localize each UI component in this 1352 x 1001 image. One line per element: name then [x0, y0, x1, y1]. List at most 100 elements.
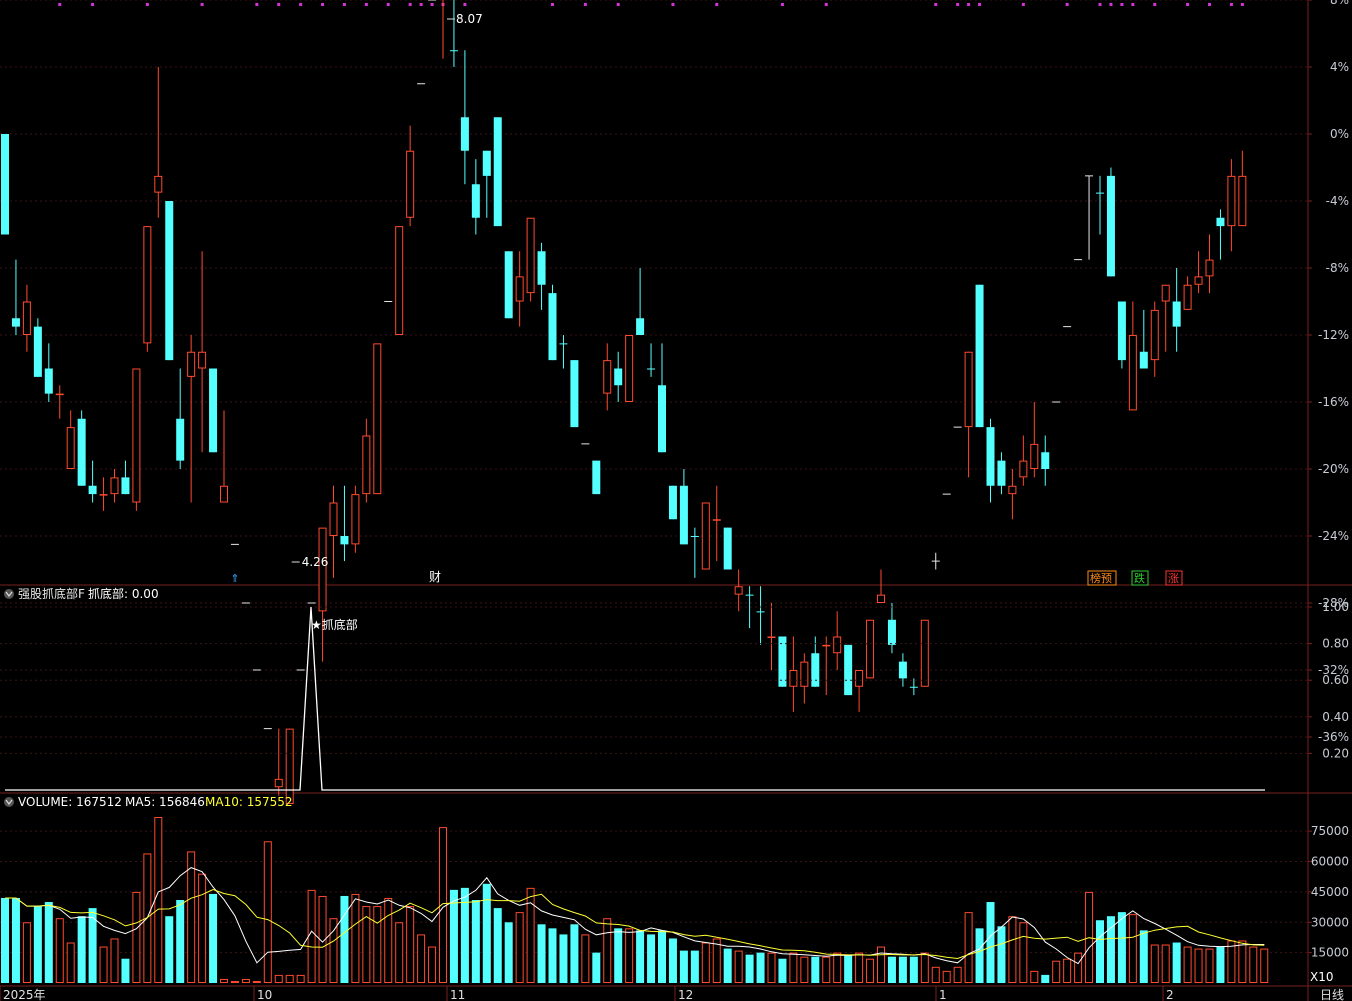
- volume-bar: [942, 970, 951, 983]
- candle-body: [537, 251, 546, 285]
- high-price-label: 8.07: [456, 12, 483, 26]
- indicator-line: [5, 606, 1265, 791]
- price-tick-label: -12%: [1318, 328, 1349, 342]
- candle-body: [548, 293, 557, 361]
- signal-dot: [1240, 3, 1244, 6]
- candle: [1128, 301, 1137, 411]
- candle-body: [471, 184, 480, 218]
- volume-bar: [274, 974, 283, 984]
- price-tick-label: -36%: [1318, 730, 1349, 744]
- candle-body: [329, 502, 338, 536]
- volume-bar: [997, 926, 1006, 983]
- candle: [920, 619, 929, 687]
- candle: [1227, 159, 1236, 252]
- indicator-value: 抓底部: 0.00: [88, 586, 159, 601]
- candle-body: [964, 351, 973, 428]
- candle: [592, 460, 601, 495]
- candle: [33, 318, 42, 377]
- signal-dot: [616, 3, 620, 6]
- volume-bar: [307, 889, 316, 983]
- volume-bar: [855, 952, 864, 984]
- volume-bar: [1041, 974, 1050, 983]
- volume-bar: [220, 978, 228, 984]
- signal-dot: [58, 3, 62, 6]
- candle-body: [723, 527, 732, 570]
- candle-body: [986, 427, 995, 486]
- signal-dot: [200, 3, 204, 6]
- volume-bar: [449, 889, 458, 983]
- signal-dot: [1208, 3, 1211, 6]
- volume-bar: [723, 948, 732, 983]
- candle: [1150, 301, 1159, 377]
- candle: [482, 150, 491, 218]
- volume-bar: [1172, 942, 1181, 983]
- time-axis-label: 2: [1166, 988, 1174, 1001]
- volume-bar: [679, 950, 688, 983]
- candle: [931, 552, 940, 570]
- candle: [756, 586, 765, 645]
- indicator-tick-label: 1.00: [1322, 600, 1349, 614]
- candle: [110, 469, 119, 503]
- candle-body: [22, 301, 31, 335]
- volume-ma5-label: MA5: 156846: [125, 795, 205, 809]
- candle-body: [340, 536, 349, 545]
- candle: [548, 284, 557, 361]
- volume-bar: [614, 928, 623, 983]
- candle-body: [1183, 284, 1192, 310]
- volume-bar: [351, 893, 360, 983]
- volume-bar: [1238, 940, 1247, 983]
- volume-bar: [1249, 946, 1258, 983]
- volume-bar: [712, 938, 721, 984]
- candle: [822, 636, 831, 696]
- signal-dot: [430, 3, 434, 6]
- candle: [493, 117, 502, 227]
- candle: [285, 728, 294, 804]
- candle-body: [1008, 485, 1017, 495]
- candle: [1183, 276, 1192, 310]
- price-tick-label: -4%: [1326, 194, 1349, 208]
- candle: [1085, 175, 1094, 260]
- volume-bar: [471, 900, 480, 983]
- candle-body: [800, 661, 809, 687]
- candle: [198, 251, 207, 453]
- volume-bar: [734, 950, 743, 983]
- volume-bar: [964, 912, 973, 984]
- candle-body: [1139, 351, 1148, 369]
- volume-bar: [1227, 940, 1236, 983]
- candle: [329, 485, 338, 578]
- candle: [471, 159, 480, 235]
- volume-bar: [329, 918, 338, 983]
- candle-body: [997, 460, 1006, 486]
- candle: [373, 343, 382, 495]
- signal-dot: [408, 3, 412, 6]
- candle-body: [592, 460, 601, 495]
- candle: [986, 418, 995, 503]
- candle: [767, 603, 776, 670]
- candle: [570, 360, 579, 428]
- candle-body: [833, 636, 842, 654]
- candle-body: [11, 318, 20, 327]
- candle: [647, 343, 656, 377]
- candle: [395, 226, 404, 335]
- candle: [460, 50, 469, 185]
- candle: [44, 343, 53, 402]
- signal-dot: [1065, 3, 1069, 6]
- stock-chart[interactable]: 16%12%8%4%0%-4%-8%-12%-16%-20%-24%-28%-3…: [0, 0, 1352, 1001]
- volume-bar: [1183, 946, 1192, 983]
- candle-body: [822, 644, 831, 647]
- candle-body: [1019, 460, 1028, 478]
- signal-dot: [715, 3, 719, 6]
- signal-dot: [145, 3, 149, 6]
- indicator-tick-label: 0.40: [1322, 710, 1349, 724]
- candle: [701, 502, 710, 570]
- time-axis-label: 12: [678, 988, 693, 1001]
- candle-body: [99, 494, 108, 496]
- volume-bar: [1106, 916, 1115, 983]
- candle: [1041, 435, 1050, 486]
- candle: [220, 410, 228, 503]
- volume-bar: [581, 934, 590, 983]
- volume-bar: [866, 958, 875, 984]
- candle-body: [844, 644, 853, 696]
- signal-dot: [583, 3, 587, 6]
- volume-bar: [66, 942, 75, 984]
